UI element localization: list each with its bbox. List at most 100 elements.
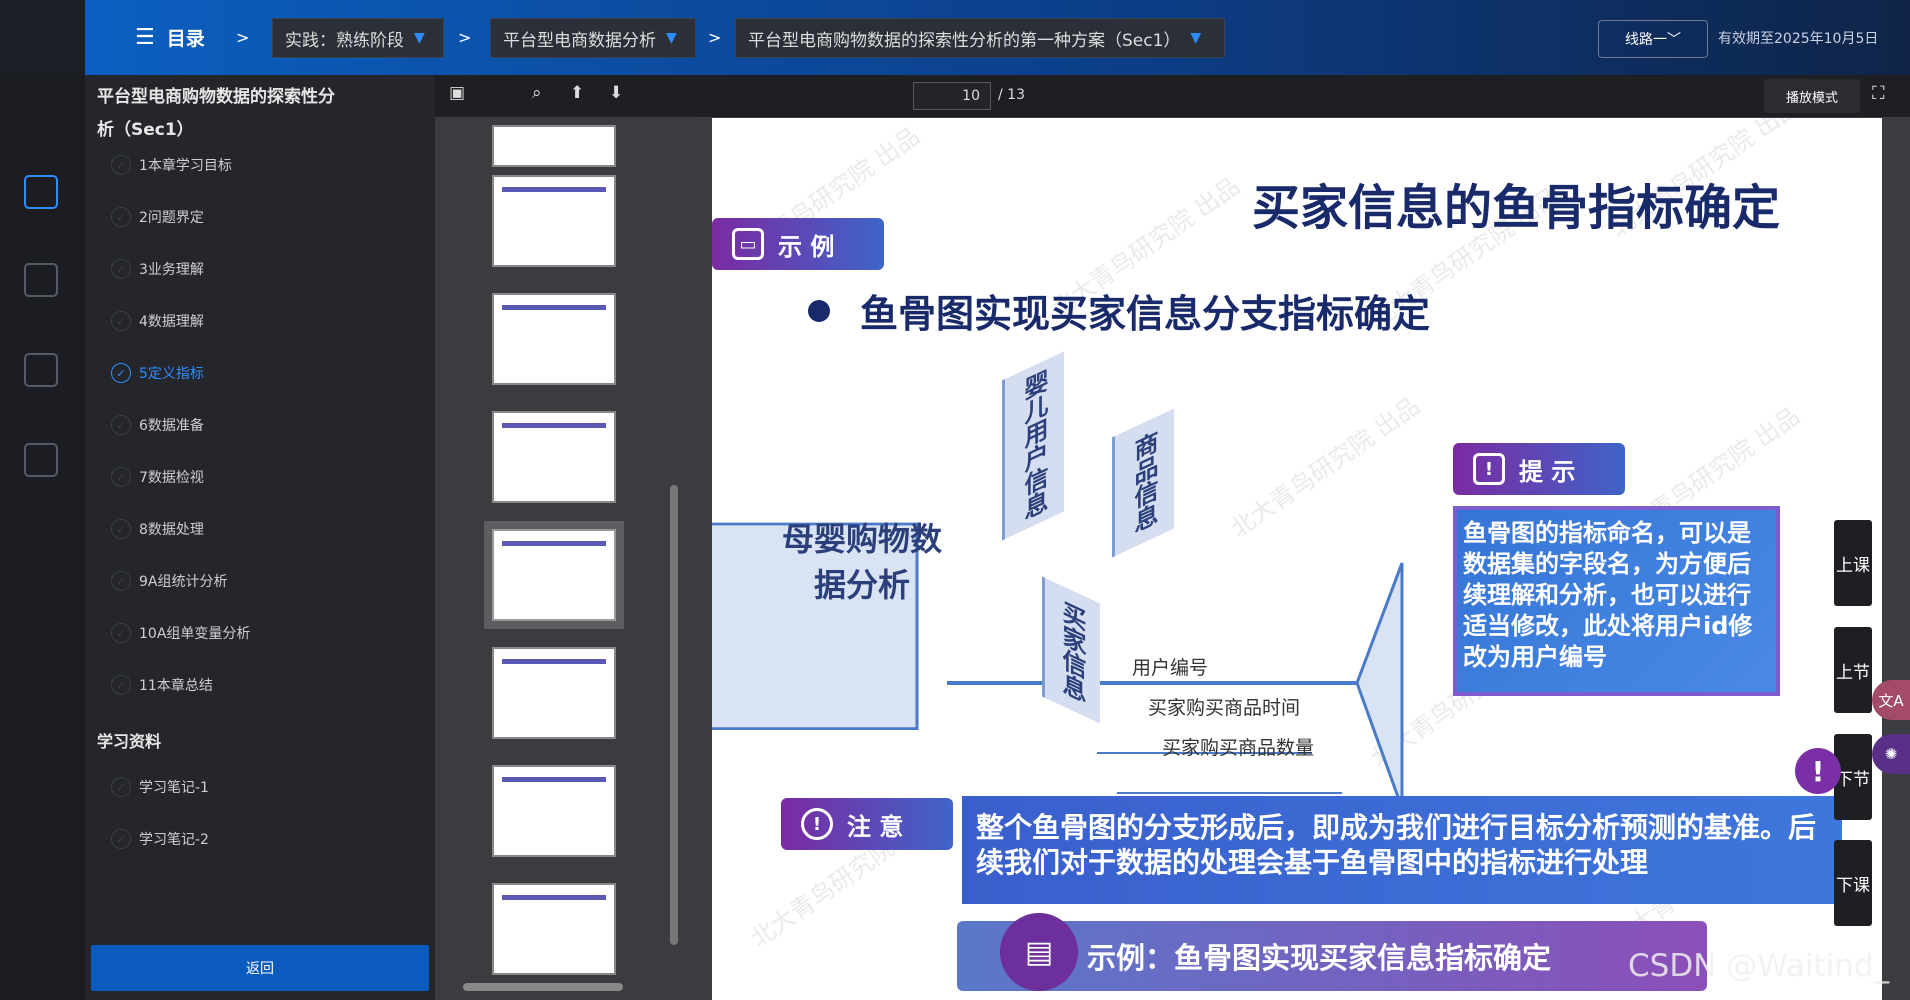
check-icon: ✓ — [111, 311, 131, 331]
toc-item[interactable]: ✓ 11本章总结 — [111, 675, 213, 695]
left-rail — [0, 75, 85, 1000]
example-tag-label: 示 例 — [778, 232, 835, 261]
scrollbar-knob[interactable] — [670, 485, 678, 945]
list-icon: ☰ — [135, 25, 155, 50]
toc-item[interactable]: ✓ 10A组单变量分析 — [111, 623, 250, 643]
thumb-bar — [502, 659, 606, 664]
validity-text: 有效期至2025年10月5日 — [1718, 31, 1879, 47]
arrow-down-icon[interactable]: ⬇ — [609, 83, 623, 103]
viewer-toolbar: 10 / 13 播放模式 ⛶ — [690, 75, 1910, 117]
slide-bullet: 鱼骨图实现买家信息分支指标确定 — [808, 283, 1430, 338]
thumb-bar — [502, 305, 606, 310]
document-check-icon: ▤ — [1000, 913, 1078, 991]
next-lesson-button[interactable]: 下课 — [1834, 840, 1872, 926]
side-button-label: 下节 — [1836, 769, 1870, 790]
toc-note-item[interactable]: ✓ 学习笔记-2 — [111, 829, 209, 849]
fish-head-label: 母婴购物数据分析 — [781, 520, 942, 604]
thumb-bar — [502, 541, 606, 546]
breadcrumb-separator: > — [236, 28, 250, 47]
check-icon: ✓ — [111, 155, 131, 175]
thumb-bar — [502, 895, 606, 900]
sidebar-toggle-icon[interactable]: ▣ — [449, 83, 465, 103]
page-number-input[interactable]: 10 — [913, 82, 991, 110]
horizontal-scrollbar[interactable] — [453, 981, 653, 993]
check-icon: ✓ — [111, 467, 131, 487]
toc-item[interactable]: ✓ 4数据理解 — [111, 311, 204, 331]
slide-thumbnail-selected[interactable] — [484, 521, 624, 629]
translate-icon[interactable]: 文A — [1872, 680, 1910, 720]
slide-thumbnail[interactable] — [492, 175, 616, 267]
toc-item-label: 4数据理解 — [139, 314, 204, 330]
slide-thumbnail[interactable] — [492, 293, 616, 385]
check-icon: ✓ — [111, 829, 131, 849]
menu-button[interactable]: ☰ 目录 — [135, 24, 205, 51]
toc-item-label: 3业务理解 — [139, 262, 204, 278]
monitor-icon: ▭ — [732, 228, 764, 260]
route-label: 线路一 — [1625, 32, 1667, 48]
side-button-label: 上课 — [1836, 555, 1870, 576]
side-button-label: 上节 — [1836, 662, 1870, 683]
route-select[interactable]: 线路一 ﹀ — [1598, 20, 1708, 58]
slide-thumbnail[interactable] — [492, 765, 616, 857]
exit-icon[interactable] — [24, 443, 58, 477]
toc-item-active[interactable]: ✓ 5定义指标 — [111, 363, 204, 383]
bullet-text: 鱼骨图实现买家信息分支指标确定 — [860, 292, 1431, 336]
check-icon: ✓ — [111, 571, 131, 591]
search-icon[interactable]: ⌕ — [532, 83, 542, 103]
toc-item[interactable]: ✓ 9A组统计分析 — [111, 571, 227, 591]
fullscreen-icon[interactable]: ⛶ — [1872, 83, 1885, 104]
check-icon: ✓ — [111, 259, 131, 279]
play-mode-button[interactable]: 播放模式 — [1764, 79, 1860, 113]
document-icon[interactable] — [24, 175, 58, 209]
toc-item-label: 1本章学习目标 — [139, 158, 232, 174]
slide-canvas: 北大青鸟研究院 出品 北大青鸟研究院 出品 北大青鸟研究院 出品 北大青鸟研究院… — [712, 118, 1882, 1000]
toc-item[interactable]: ✓ 2问题界定 — [111, 207, 204, 227]
slide-title: 买家信息的鱼骨指标确定 — [1252, 180, 1781, 236]
sub-item: 用户编号 — [1132, 657, 1209, 679]
prev-section-button[interactable]: 上节 — [1834, 627, 1872, 713]
breadcrumb-stage[interactable]: 实践：熟练阶段 ▼ — [272, 18, 444, 58]
slide-thumbnail[interactable] — [492, 125, 616, 167]
note-tag-label: 注 意 — [847, 812, 904, 841]
toc-item[interactable]: ✓ 7数据检视 — [111, 467, 204, 487]
toc-item-label: 7数据检视 — [139, 470, 204, 486]
thumbnail-scrollbar[interactable] — [669, 130, 679, 990]
toc-title: 平台型电商购物数据的探索性分析（Sec1） — [97, 87, 335, 140]
warning-icon: ! — [1473, 453, 1505, 485]
toc-note-item[interactable]: ✓ 学习笔记-1 — [111, 777, 209, 797]
breadcrumb-separator: > — [708, 28, 722, 47]
edit-icon[interactable] — [24, 263, 58, 297]
breadcrumb-separator: > — [458, 28, 472, 47]
toc-item-label: 2问题界定 — [139, 210, 204, 226]
arrow-up-icon[interactable]: ⬆ — [570, 83, 584, 103]
slide-thumbnail[interactable] — [492, 647, 616, 739]
fish-tail — [1355, 562, 1404, 808]
caret-down-icon: ▼ — [666, 30, 677, 46]
thumbnail-toolbar: ▣ ⌕ ⬆ ⬇ — [435, 75, 690, 117]
slide-thumbnail[interactable] — [492, 411, 616, 503]
back-button[interactable]: 返回 — [91, 945, 429, 991]
menu-label: 目录 — [166, 28, 205, 50]
breadcrumb-course[interactable]: 平台型电商数据分析 ▼ — [490, 18, 696, 58]
alert-icon[interactable]: ! — [1795, 748, 1841, 794]
scrollbar-knob[interactable] — [463, 983, 623, 991]
toc-item[interactable]: ✓ 1本章学习目标 — [111, 155, 232, 175]
check-icon: ✓ — [111, 415, 131, 435]
hint-box: 鱼骨图的指标命名，可以是数据集的字段名，为方便后续理解和分析，也可以进行适当修改… — [1453, 506, 1780, 696]
check-icon: ✓ — [111, 207, 131, 227]
note-tag: ! 注 意 — [781, 798, 953, 850]
check-icon: ✓ — [111, 623, 131, 643]
sub-item: 买家购买商品时间 — [1148, 697, 1301, 719]
people-icon[interactable] — [24, 353, 58, 387]
thumb-bar — [502, 187, 606, 192]
toc-item-label: 10A组单变量分析 — [139, 626, 251, 642]
prev-lesson-button[interactable]: 上课 — [1834, 520, 1872, 606]
slide-thumbnail[interactable] — [492, 883, 616, 975]
toc-section-title: 学习资料 — [97, 732, 162, 751]
brain-icon[interactable]: ✺ — [1872, 734, 1910, 774]
toc-item[interactable]: ✓ 3业务理解 — [111, 259, 204, 279]
breadcrumb-lesson[interactable]: 平台型电商购物数据的探索性分析的第一种方案（Sec1） ▼ — [735, 18, 1225, 58]
bullet-dot — [808, 299, 830, 322]
toc-item[interactable]: ✓ 6数据准备 — [111, 415, 204, 435]
toc-item[interactable]: ✓ 8数据处理 — [111, 519, 204, 539]
